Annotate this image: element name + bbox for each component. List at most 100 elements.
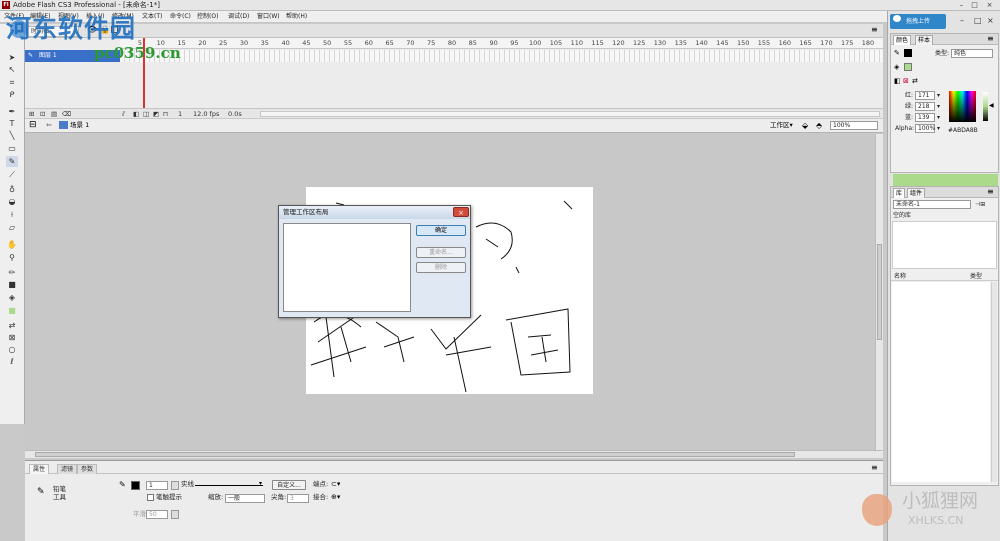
stroke-color-chip[interactable] [904, 49, 912, 57]
tab-swatches[interactable]: 样本 [915, 35, 934, 45]
workspace-list[interactable] [283, 223, 411, 312]
eraser-tool-icon[interactable]: ▱ [6, 222, 18, 233]
edit-symbols-icon[interactable]: ⬙ [802, 120, 808, 131]
back-arrow-icon[interactable]: ⇐ [46, 120, 52, 131]
menu-commands[interactable]: 命令(C) [170, 12, 191, 22]
text-tool-icon[interactable]: T [6, 118, 18, 129]
custom-stroke-button[interactable]: 自定义... [272, 480, 306, 490]
dialog-titlebar[interactable]: 管理工作区布局 × [279, 206, 470, 219]
type-select[interactable]: 纯色 [951, 49, 993, 58]
stroke-style-value[interactable]: 实线 [181, 480, 194, 489]
stroke-swatch-icon[interactable]: ■ [6, 279, 18, 290]
dock-restore-icon[interactable]: □ [974, 17, 982, 25]
stroke-size-stepper[interactable] [171, 481, 179, 490]
maximize-button[interactable]: □ [969, 1, 980, 9]
menu-debug[interactable]: 调试(D) [228, 12, 249, 22]
motion-guide-icon[interactable]: ⊡ [40, 109, 45, 119]
smoothing-stepper[interactable] [171, 510, 179, 519]
layer-name[interactable]: 图层 1 [39, 51, 57, 61]
menu-help[interactable]: 帮助(H) [286, 12, 307, 22]
lasso-tool-icon[interactable]: ᑭ [6, 89, 18, 100]
join-dropdown-icon[interactable]: ⊕▾ [331, 493, 340, 501]
stage-horizontal-scrollbar[interactable] [25, 450, 883, 458]
dock-minimize-icon[interactable]: – [960, 17, 964, 25]
stage-vertical-scrollbar[interactable] [875, 134, 883, 450]
frame-strip[interactable] [120, 50, 883, 62]
green-input[interactable]: 218 [915, 102, 935, 111]
tab-filters[interactable]: 滤镜 [57, 464, 78, 474]
hex-value[interactable]: #ABDA8B [948, 126, 978, 135]
miter-input[interactable]: 3 [287, 494, 309, 503]
swap-colors-icon-panel[interactable]: ⇄ [912, 77, 918, 85]
library-document-select[interactable]: 未命名-1 [893, 200, 971, 209]
blue-stepper-icon[interactable]: ▾ [937, 113, 940, 122]
stroke-color-icon[interactable]: ✏ [6, 267, 18, 278]
stroke-hint-checkbox[interactable] [147, 494, 154, 501]
fill-swatch-icon[interactable]: ■ [6, 305, 18, 316]
alpha-stepper-icon[interactable]: ▾ [937, 124, 940, 133]
fill-color-icon[interactable]: ◈ [6, 292, 18, 303]
tab-color[interactable]: 颜色 [893, 35, 912, 45]
properties-menu-icon[interactable]: ≡ [871, 463, 878, 472]
stroke-color-swatch[interactable] [131, 481, 140, 490]
alpha-input[interactable]: 100% [915, 124, 935, 133]
pin-library-icon[interactable]: ⊣⊞ [975, 200, 985, 209]
hand-tool-icon[interactable]: ✋ [6, 239, 18, 250]
tab-components[interactable]: 组件 [907, 188, 926, 198]
cap-dropdown-icon[interactable]: ⊂▾ [331, 480, 340, 488]
workspace-dropdown[interactable]: 工作区▾ [770, 120, 793, 131]
pen-tool-icon[interactable]: ✒ [6, 106, 18, 117]
ink-bottle-tool-icon[interactable]: ♁ [6, 184, 18, 195]
insert-folder-icon[interactable]: ▤ [51, 109, 57, 119]
tab-library[interactable]: 库 [893, 188, 906, 198]
delete-layer-icon[interactable]: ⌫ [62, 109, 71, 119]
brightness-arrow-icon[interactable]: ◀ [989, 102, 994, 109]
onion-outline-icon[interactable]: ◫ [143, 109, 149, 119]
frame-ruler[interactable]: 5 10 15 20 25 30 35 40 45 50 55 60 65 70 75 80 85 90 95 100… [120, 38, 883, 49]
library-list[interactable] [892, 282, 990, 482]
center-frame-icon[interactable]: ⫽ [122, 109, 125, 119]
zoom-select[interactable]: 100% [830, 121, 878, 130]
insert-layer-icon[interactable]: ⊞ [29, 109, 34, 119]
no-color-icon-panel[interactable]: ⊠ [903, 77, 909, 85]
menu-control[interactable]: 控制(O) [197, 12, 218, 22]
timeline-toggle-icon[interactable]: ⊟ [29, 120, 37, 131]
menu-text[interactable]: 文本(T) [142, 12, 162, 22]
close-window-button[interactable]: × [984, 1, 995, 9]
edit-multiple-icon[interactable]: ◩ [153, 109, 159, 119]
no-color-icon[interactable]: ⊠ [6, 332, 18, 343]
stroke-style-dropdown-icon[interactable]: ▾ [259, 480, 262, 487]
panel-menu-icon[interactable]: ≡ [871, 25, 878, 34]
hscroll-thumb[interactable] [35, 452, 795, 457]
selection-tool-icon[interactable]: ➤ [6, 52, 18, 63]
tab-properties[interactable]: 属性 [29, 464, 50, 474]
red-input[interactable]: 171 [915, 91, 935, 100]
edit-scene-icon[interactable]: ⬘ [816, 120, 822, 131]
red-stepper-icon[interactable]: ▾ [937, 91, 940, 100]
green-stepper-icon[interactable]: ▾ [937, 102, 940, 111]
stroke-size-input[interactable]: 1 [146, 481, 168, 490]
pencil-mode-icon[interactable]: ℓ [6, 356, 18, 367]
rectangle-tool-icon[interactable]: ▭ [6, 143, 18, 154]
brush-tool-icon[interactable]: ⟋ [6, 169, 18, 180]
brightness-slider[interactable] [983, 92, 988, 121]
blue-input[interactable]: 139 [915, 113, 935, 122]
default-colors-icon[interactable]: ◧ [894, 77, 901, 85]
color-panel-menu-icon[interactable]: ≡ [987, 34, 994, 43]
onion-skin-icon[interactable]: ◧ [133, 109, 139, 119]
library-col-type[interactable]: 类型 [970, 272, 982, 281]
fill-color-chip[interactable] [904, 63, 912, 71]
ok-button[interactable]: 确定 [416, 225, 466, 236]
vscroll-thumb[interactable] [877, 244, 882, 340]
color-spectrum[interactable] [949, 91, 976, 122]
free-transform-tool-icon[interactable]: ⌗ [6, 77, 18, 88]
swap-colors-icon[interactable]: ⇄ [6, 320, 18, 331]
eyedropper-tool-icon[interactable]: ⟊ [6, 209, 18, 220]
scale-select[interactable]: 一般 [225, 494, 265, 503]
library-col-name[interactable]: 名称 [894, 272, 906, 281]
line-tool-icon[interactable]: ╲ [6, 130, 18, 141]
zoom-tool-icon[interactable]: ⚲ [6, 252, 18, 263]
tab-parameters[interactable]: 参数 [77, 464, 98, 474]
paint-bucket-tool-icon[interactable]: ◒ [6, 196, 18, 207]
delete-button[interactable]: 删除 [416, 262, 466, 273]
